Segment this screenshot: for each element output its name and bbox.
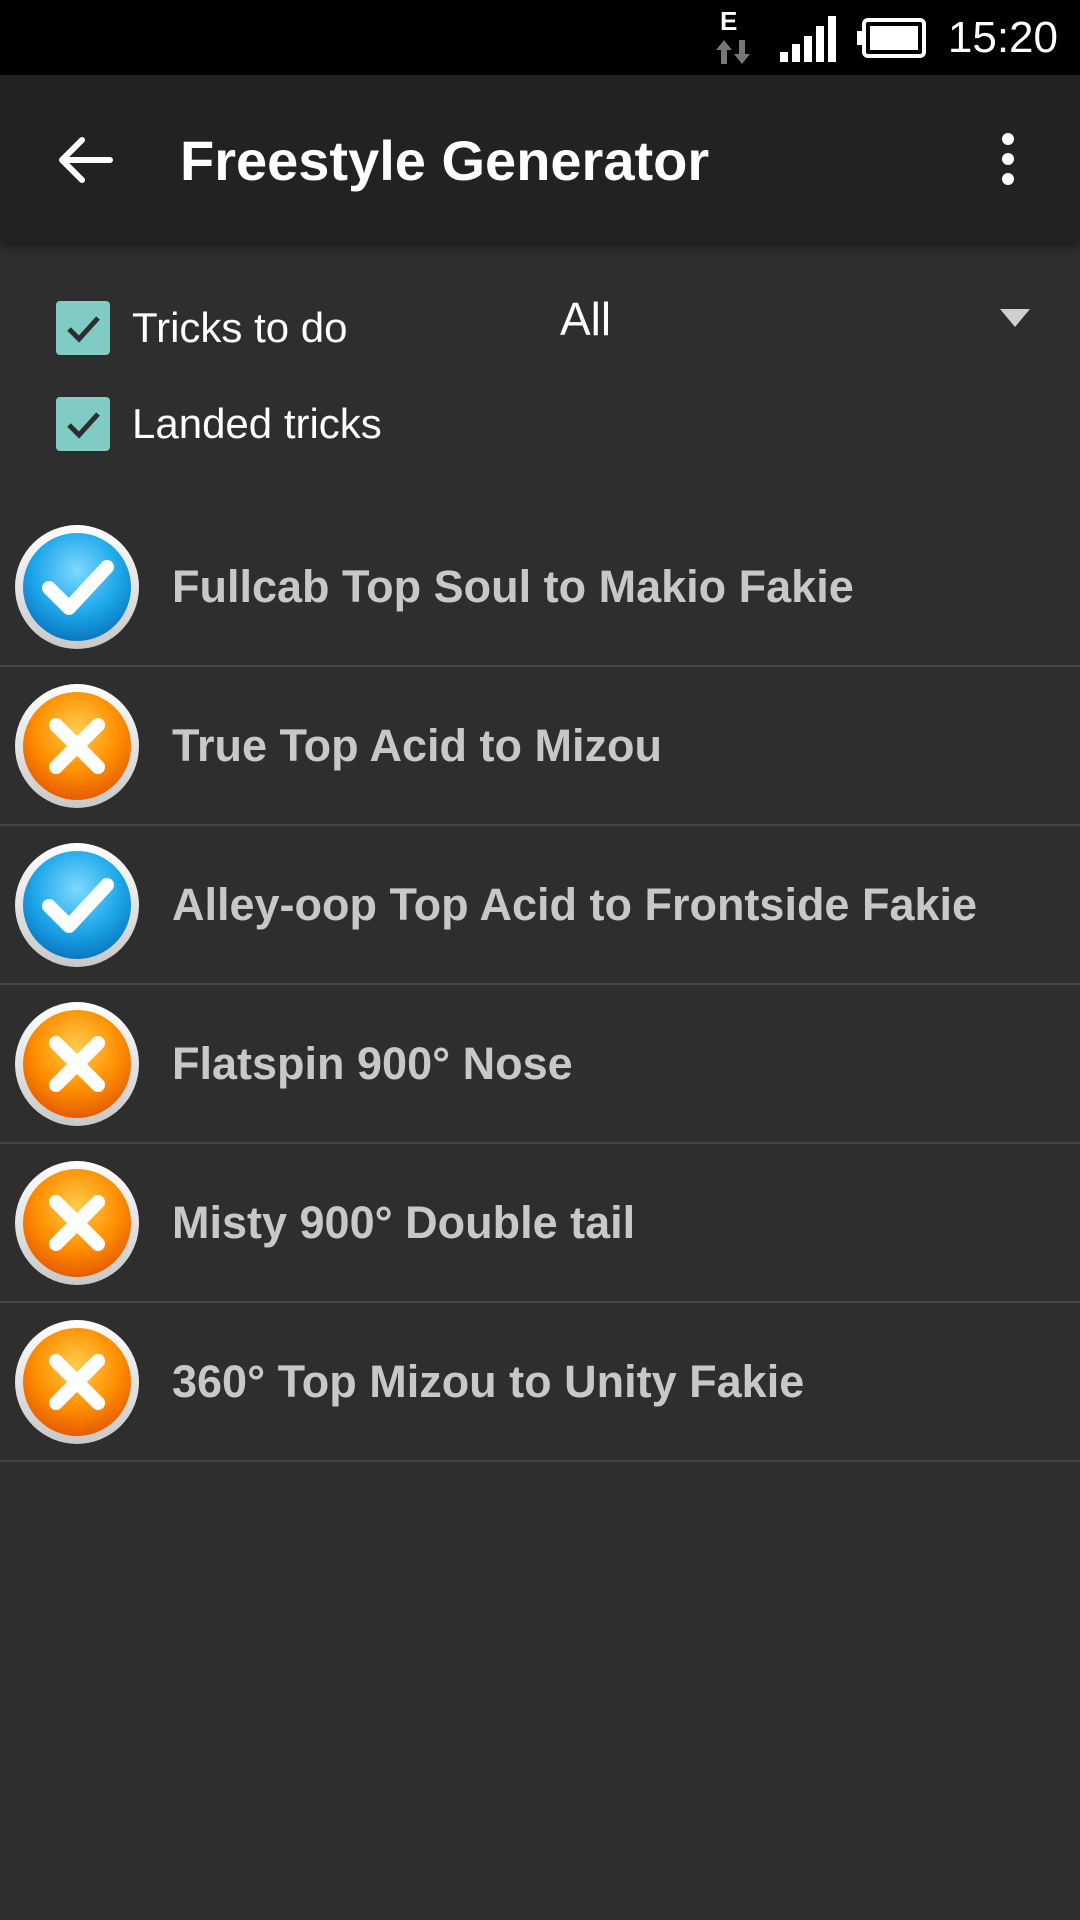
todo-cross-icon[interactable] [12,1317,142,1447]
landed-tricks-checkbox-row[interactable]: Landed tricks [56,396,382,452]
landed-tricks-checkbox[interactable] [56,397,110,451]
trick-label: Misty 900° Double tail [172,1196,636,1248]
list-item[interactable]: Flatspin 900° Nose [0,985,1080,1144]
filter-dropdown[interactable]: All [560,284,1040,354]
list-item[interactable]: 360° Top Mizou to Unity Fakie [0,1303,1080,1462]
trick-label: Flatspin 900° Nose [172,1037,573,1089]
trick-label: Fullcab Top Soul to Makio Fakie [172,560,854,612]
status-time: 15:20 [947,13,1058,62]
trick-label: 360° Top Mizou to Unity Fakie [172,1355,805,1407]
todo-cross-icon[interactable] [12,999,142,1129]
network-type-label: E [720,6,737,36]
trick-label: Alley-oop Top Acid to Frontside Fakie [172,878,978,930]
tricks-to-do-checkbox[interactable] [56,301,110,355]
data-arrows-icon: E [716,6,750,64]
check-icon [67,316,100,343]
battery-icon [857,18,926,58]
status-bar: E 15:20 [0,0,1080,75]
list-item[interactable]: True Top Acid to Mizou [0,667,1080,826]
signal-icon [780,16,836,62]
list-item[interactable]: Fullcab Top Soul to Makio Fakie [0,508,1080,667]
list-item[interactable]: Alley-oop Top Acid to Frontside Fakie [0,826,1080,985]
tricks-to-do-label: Tricks to do [132,304,348,351]
arrow-back-icon[interactable] [50,125,120,195]
tricks-to-do-checkbox-row[interactable]: Tricks to do [56,300,348,356]
landed-check-icon[interactable] [12,840,142,970]
dropdown-arrow-icon [1000,309,1030,327]
more-vert-icon[interactable] [990,125,1030,195]
todo-cross-icon[interactable] [12,681,142,811]
tricks-list: Fullcab Top Soul to Makio Fakie True Top… [0,508,1080,1462]
trick-label: True Top Acid to Mizou [172,719,662,771]
landed-tricks-label: Landed tricks [132,400,382,447]
filter-panel: Tricks to do Landed tricks All [0,242,1080,492]
app-bar: Freestyle Generator [0,75,1080,242]
list-item[interactable]: Misty 900° Double tail [0,1144,1080,1303]
dropdown-selected-value: All [560,293,612,345]
check-icon [67,412,100,439]
landed-check-icon[interactable] [12,522,142,652]
page-title: Freestyle Generator [180,129,710,192]
todo-cross-icon[interactable] [12,1158,142,1288]
